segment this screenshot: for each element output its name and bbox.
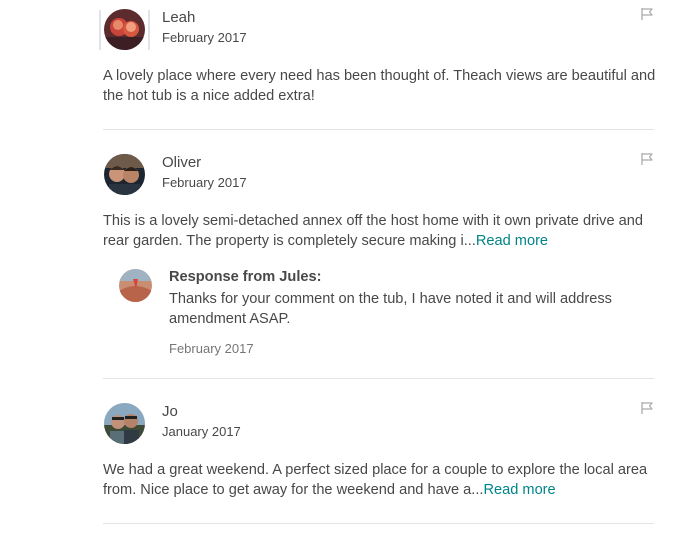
avatar[interactable]: [104, 154, 145, 195]
response-date: February 2017: [169, 341, 254, 356]
flag-icon[interactable]: [640, 7, 654, 21]
review-author: Jo: [162, 403, 178, 420]
focus-indicator: [148, 10, 150, 50]
avatar[interactable]: [104, 9, 145, 50]
focus-indicator: [99, 10, 101, 50]
review-text-body: We had a great weekend. A perfect sized …: [103, 462, 648, 498]
flag-icon[interactable]: [640, 401, 654, 415]
review-author: Leah: [162, 9, 196, 26]
divider: [103, 378, 654, 379]
reviews-list: Leah February 2017 A lovely place where …: [0, 0, 685, 533]
review-text: A lovely place where every need has been…: [103, 68, 656, 104]
review-date: February 2017: [162, 30, 247, 45]
review-text: We had a great weekend. A perfect sized …: [103, 460, 659, 500]
read-more-link[interactable]: Read more: [476, 233, 548, 249]
flag-icon[interactable]: [640, 152, 654, 166]
response-heading: Response from Jules:: [169, 269, 322, 285]
review-text: This is a lovely semi-detached annex off…: [103, 211, 659, 251]
divider: [103, 523, 654, 524]
read-more-link[interactable]: Read more: [483, 482, 555, 498]
response-text: Thanks for your comment on the tub, I ha…: [169, 291, 612, 327]
review-date: February 2017: [162, 175, 247, 190]
avatar[interactable]: [104, 403, 145, 444]
review-date: January 2017: [162, 424, 241, 439]
review-author: Oliver: [162, 154, 202, 171]
review-text-body: This is a lovely semi-detached annex off…: [103, 213, 643, 249]
host-avatar[interactable]: [119, 269, 152, 302]
divider: [103, 129, 654, 130]
